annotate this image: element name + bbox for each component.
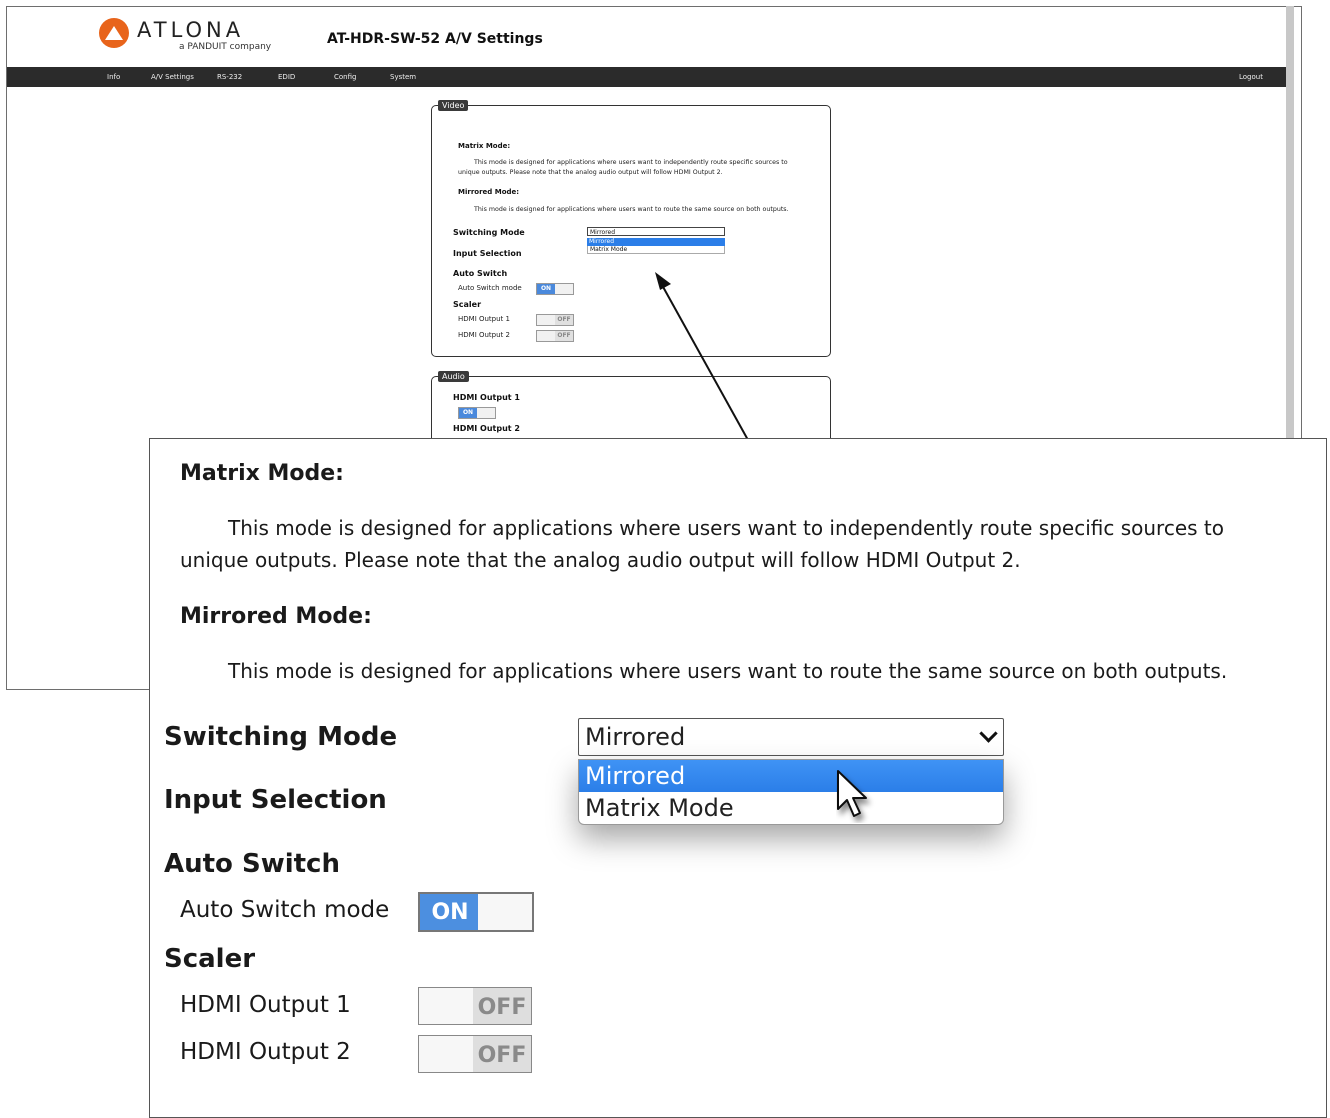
hdmi-output-1-label-small: HDMI Output 1 <box>458 315 510 323</box>
toggle-off-text: OFF <box>473 1036 531 1072</box>
toggle-off-text: OFF <box>555 331 573 341</box>
logo-text: ATLONA <box>137 18 245 42</box>
matrix-mode-heading-small: Matrix Mode: <box>458 142 511 150</box>
switching-mode-selected-value: Mirrored <box>585 723 686 751</box>
option-mirrored-small[interactable]: Mirrored <box>587 238 725 246</box>
toggle-knob <box>419 1036 474 1072</box>
switching-mode-select-small[interactable]: Mirrored <box>587 227 725 236</box>
scaler-label: Scaler <box>164 944 256 974</box>
toggle-knob <box>478 894 532 930</box>
nav-item-info[interactable]: Info <box>107 67 120 87</box>
input-selection-label-small: Input Selection <box>453 249 522 258</box>
chevron-down-icon <box>979 724 998 743</box>
nav-item-rs232[interactable]: RS-232 <box>217 67 242 87</box>
auto-switch-toggle[interactable]: ON <box>418 892 534 932</box>
switching-mode-dropdown: Mirrored Matrix Mode <box>578 759 1004 825</box>
matrix-mode-heading: Matrix Mode: <box>180 461 344 486</box>
page-title: AT-HDR-SW-52 A/V Settings <box>327 31 543 47</box>
nav-item-av-settings[interactable]: A/V Settings <box>151 67 194 87</box>
auto-switch-toggle-small[interactable]: ON <box>536 283 574 295</box>
audio-legend: Audio <box>438 371 469 382</box>
switching-mode-label: Switching Mode <box>164 722 398 752</box>
scaler-hdmi-1-toggle[interactable]: OFF <box>418 987 532 1025</box>
logo-tagline: a PANDUIT company <box>179 42 272 52</box>
nav-item-edid[interactable]: EDID <box>278 67 295 87</box>
matrix-mode-text-1: This mode is designed for applications w… <box>228 516 1224 540</box>
toggle-knob <box>419 988 474 1024</box>
nav-item-config[interactable]: Config <box>334 67 356 87</box>
atlona-logo-icon <box>99 18 129 48</box>
matrix-mode-text-2: unique outputs. Please note that the ana… <box>180 548 1021 572</box>
scaler-hdmi-2-toggle[interactable]: OFF <box>418 1035 532 1073</box>
audio-hdmi-output-1-label: HDMI Output 1 <box>453 393 520 402</box>
nav-item-logout[interactable]: Logout <box>1239 67 1263 87</box>
auto-switch-label: Auto Switch <box>164 849 340 879</box>
audio-hdmi-1-toggle[interactable]: ON <box>458 407 496 419</box>
scaler-hdmi-1-toggle-small[interactable]: OFF <box>536 314 574 326</box>
audio-hdmi-output-2-label: HDMI Output 2 <box>453 424 520 433</box>
mirrored-mode-heading-small: Mirrored Mode: <box>458 188 520 196</box>
input-selection-label: Input Selection <box>164 785 387 815</box>
matrix-mode-text-2-small: unique outputs. Please note that the ana… <box>458 169 723 176</box>
video-panel-small: Video Matrix Mode: This mode is designed… <box>431 100 831 357</box>
zoomed-video-settings: Matrix Mode: This mode is designed for a… <box>149 438 1327 1118</box>
auto-switch-mode-label-small: Auto Switch mode <box>458 284 522 292</box>
switching-mode-label-small: Switching Mode <box>453 228 525 237</box>
auto-switch-mode-label: Auto Switch mode <box>180 897 390 923</box>
toggle-off-text: OFF <box>555 315 573 325</box>
hdmi-output-1-label: HDMI Output 1 <box>180 992 351 1018</box>
toggle-on-text: ON <box>459 408 477 418</box>
option-mirrored[interactable]: Mirrored <box>579 760 1003 792</box>
option-matrix-mode-small[interactable]: Matrix Mode <box>587 246 725 254</box>
mirrored-mode-text-small: This mode is designed for applications w… <box>474 206 789 213</box>
hdmi-output-2-label-small: HDMI Output 2 <box>458 331 510 339</box>
toggle-on-text: ON <box>420 894 480 930</box>
option-matrix-mode[interactable]: Matrix Mode <box>579 792 1003 824</box>
matrix-mode-text-1-small: This mode is designed for applications w… <box>474 159 788 166</box>
atlona-logo: ATLONA a PANDUIT company <box>99 16 279 56</box>
top-navbar: Info A/V Settings RS-232 EDID Config Sys… <box>7 67 1291 87</box>
scaler-hdmi-2-toggle-small[interactable]: OFF <box>536 330 574 342</box>
auto-switch-label-small: Auto Switch <box>453 269 508 278</box>
hdmi-output-2-label: HDMI Output 2 <box>180 1039 351 1065</box>
toggle-on-text: ON <box>537 284 555 294</box>
scaler-label-small: Scaler <box>453 300 482 309</box>
mouse-cursor-icon <box>837 770 867 817</box>
switching-mode-select[interactable]: Mirrored <box>578 718 1004 756</box>
toggle-off-text: OFF <box>473 988 531 1024</box>
mirrored-mode-heading: Mirrored Mode: <box>180 604 372 629</box>
nav-item-system[interactable]: System <box>390 67 416 87</box>
mirrored-mode-text: This mode is designed for applications w… <box>228 659 1228 683</box>
video-legend: Video <box>438 100 469 111</box>
